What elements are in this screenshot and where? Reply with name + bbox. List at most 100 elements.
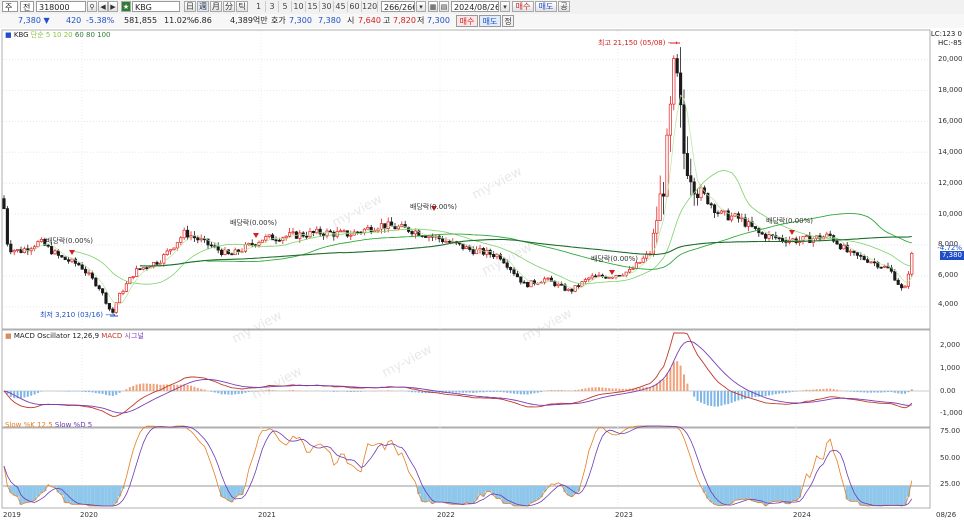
macd-histogram-bar: [587, 387, 590, 391]
market-select[interactable]: 주: [2, 1, 18, 12]
top-right-readout: LC:123 0 HC:-85: [931, 30, 962, 48]
candle-body: [16, 249, 20, 251]
table-icon[interactable]: ▦: [428, 1, 438, 12]
macd-histogram-bar: [479, 391, 481, 393]
macd-histogram-bar: [696, 391, 699, 401]
date-dropdown-icon[interactable]: ▾: [500, 1, 510, 12]
stoch-oversold-fill: [56, 486, 61, 493]
macd-histogram-bar: [574, 390, 577, 391]
macd-histogram-bar: [547, 390, 549, 391]
macd-histogram-bar: [890, 391, 893, 393]
macd-histogram-bar: [577, 389, 580, 391]
stoch-oversold-fill: [767, 486, 771, 504]
candle-body: [696, 193, 700, 199]
stoch-y-tick: 25.00: [940, 480, 961, 488]
count-down-icon[interactable]: ▾: [416, 1, 426, 12]
prev-icon[interactable]: ◀: [98, 1, 108, 12]
stock-code-input[interactable]: 318000: [36, 1, 86, 12]
macd-histogram-bar: [496, 391, 498, 392]
search-icon[interactable]: ⚲: [87, 1, 97, 12]
macd-histogram-bar: [390, 390, 393, 391]
stoch-oversold-fill: [872, 486, 877, 506]
market-type-select[interactable]: 전: [20, 1, 34, 12]
candle-body: [12, 249, 16, 253]
other-button[interactable]: 정: [502, 15, 514, 27]
stock-chart[interactable]: [0, 28, 964, 522]
candle-body: [835, 240, 839, 245]
candle-body: [566, 288, 570, 291]
stoch-oversold-fill: [777, 486, 781, 502]
candle-body: [560, 283, 564, 286]
stoch-oversold-fill: [760, 486, 764, 503]
candle-body: [220, 249, 224, 255]
calendar-icon[interactable]: ▤: [439, 1, 449, 12]
macd-histogram-bar: [564, 390, 566, 391]
stoch-oversold-fill: [896, 486, 900, 506]
hoga-value: 7,300: [289, 16, 312, 25]
stoch-oversold-fill: [478, 486, 482, 495]
candle-body: [869, 261, 873, 264]
stoch-oversold-fill: [869, 486, 873, 506]
stoch-oversold-fill: [882, 486, 887, 506]
change-rate: -5.38%: [86, 16, 115, 25]
y-tick: 20,000: [938, 55, 963, 63]
count-field[interactable]: 266/266: [381, 1, 415, 12]
macd-histogram-bar: [88, 391, 90, 393]
stoch-oversold-fill: [515, 486, 520, 506]
period-1[interactable]: 1: [252, 1, 266, 12]
buy-button[interactable]: 매수: [456, 15, 478, 27]
period-60[interactable]: 60: [348, 1, 362, 12]
candle-body: [570, 288, 574, 292]
gong-button[interactable]: 공: [558, 1, 570, 12]
macd-histogram-bar: [853, 391, 855, 392]
candle-body: [121, 291, 125, 294]
macd-histogram-bar: [883, 391, 886, 393]
tick-button[interactable]: 틱: [236, 1, 248, 12]
candle-body: [838, 243, 842, 250]
stoch-oversold-fill: [94, 486, 98, 506]
candle-body: [883, 265, 887, 268]
stoch-oversold-fill: [770, 486, 775, 502]
candle-body: [131, 276, 135, 278]
candle-body: [315, 228, 319, 233]
macd-histogram-bar: [710, 391, 713, 407]
monthly-button[interactable]: 月: [210, 1, 222, 12]
favorite-icon[interactable]: ★: [121, 1, 131, 12]
period-3[interactable]: 3: [266, 1, 279, 12]
period-15[interactable]: 15: [306, 1, 320, 12]
sell-button[interactable]: 매도: [479, 15, 501, 27]
daily-button[interactable]: 日: [184, 1, 196, 12]
candle-body: [515, 273, 519, 278]
candle-body: [859, 255, 863, 257]
macd-histogram-bar: [203, 389, 206, 391]
stoch-oversold-fill: [532, 486, 537, 502]
stoch-oversold-fill: [451, 486, 455, 505]
candle-body: [872, 261, 876, 264]
sell-toolbar-button[interactable]: 매도: [535, 1, 557, 12]
stoch-oversold-fill: [729, 486, 734, 504]
period-5[interactable]: 5: [279, 1, 292, 12]
stoch-oversold-fill: [780, 486, 785, 502]
date-input[interactable]: 2024/08/26: [451, 1, 499, 12]
period-120[interactable]: 120: [362, 1, 378, 12]
macd-histogram-bar: [744, 391, 747, 400]
macd-histogram-bar: [20, 391, 22, 399]
candle-body: [305, 235, 309, 238]
macd-histogram-bar: [64, 391, 67, 392]
macd-y-tick: 1,000: [940, 364, 961, 372]
stoch-oversold-fill: [899, 486, 904, 506]
buy-toolbar-button[interactable]: 매수: [512, 1, 534, 12]
candle-body: [685, 153, 689, 177]
minute-button[interactable]: 分: [223, 1, 235, 12]
next-icon[interactable]: ▶: [108, 1, 118, 12]
period-45[interactable]: 45: [334, 1, 348, 12]
macd-histogram-bar: [608, 388, 611, 391]
period-10[interactable]: 10: [292, 1, 306, 12]
candle-body: [709, 203, 713, 206]
candle-body: [631, 268, 635, 270]
period-30[interactable]: 30: [320, 1, 334, 12]
stock-name-field[interactable]: KBG: [132, 1, 180, 12]
weekly-button[interactable]: 週: [197, 1, 209, 12]
candle-body: [604, 276, 608, 279]
candle-body: [39, 238, 43, 242]
